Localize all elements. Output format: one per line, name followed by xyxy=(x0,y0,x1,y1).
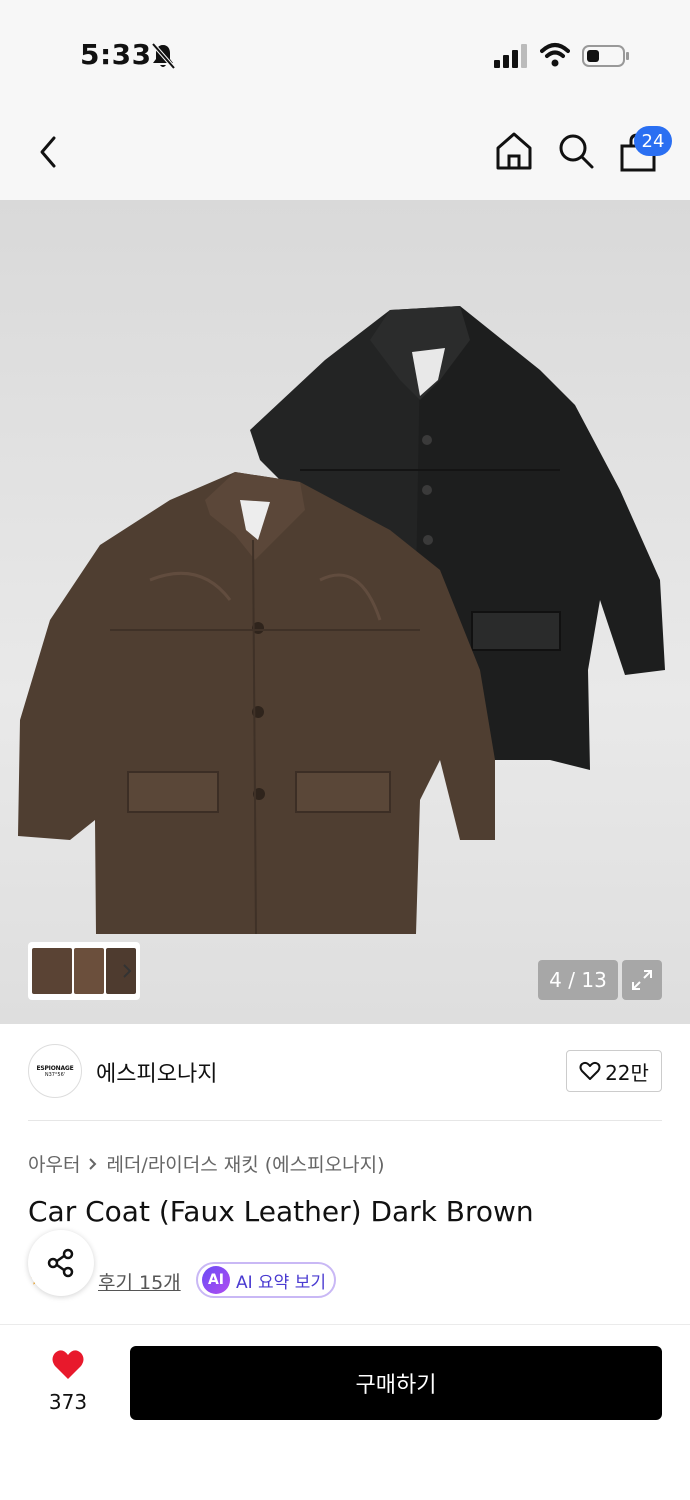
share-button[interactable] xyxy=(28,1230,94,1296)
brand-logo[interactable]: ESPIONAGE N37°56' xyxy=(28,1044,82,1098)
ai-badge-icon: AI xyxy=(202,1266,230,1294)
thumbnail-image[interactable] xyxy=(74,948,104,994)
brand-name[interactable]: 에스피오나지 xyxy=(96,1056,217,1088)
divider xyxy=(28,1120,662,1121)
ai-summary-label: AI 요약 보기 xyxy=(236,1272,327,1293)
product-title: Car Coat (Faux Leather) Dark Brown xyxy=(28,1195,534,1228)
cart-count-badge[interactable]: 24 xyxy=(634,126,672,156)
reviews-link[interactable]: 후기 15개 xyxy=(98,1268,181,1295)
chevron-right-icon[interactable] xyxy=(120,960,134,982)
breadcrumb-category[interactable]: 아우터 xyxy=(28,1150,80,1177)
favorite-count: 373 xyxy=(48,1390,88,1414)
expand-button[interactable] xyxy=(622,960,662,1000)
search-icon[interactable] xyxy=(556,130,596,172)
home-icon[interactable] xyxy=(494,130,534,172)
chevron-right-icon xyxy=(89,1157,97,1170)
brand-logo-subtext: N37°56' xyxy=(44,1071,66,1078)
thumbnail-strip[interactable] xyxy=(28,942,140,1000)
brand-like-button[interactable]: 22만 xyxy=(566,1050,662,1092)
divider xyxy=(0,1324,690,1325)
back-icon[interactable] xyxy=(30,130,70,174)
image-counter: 4 / 13 xyxy=(538,960,618,1000)
signal-icon xyxy=(494,44,527,68)
thumbnail-image[interactable] xyxy=(32,948,72,994)
top-nav xyxy=(0,100,690,200)
status-bar: 5:33 xyxy=(0,0,690,100)
brand-like-count: 22만 xyxy=(605,1060,649,1085)
heart-filled-icon[interactable] xyxy=(50,1348,86,1382)
wifi-icon xyxy=(540,43,570,67)
product-image[interactable]: 4 / 13 xyxy=(0,200,690,1024)
battery-icon xyxy=(582,45,629,67)
product-photo xyxy=(18,306,665,935)
buy-button[interactable]: 구매하기 xyxy=(130,1346,662,1420)
breadcrumb-subcategory[interactable]: 레더/라이더스 재킷 (에스피오나지) xyxy=(106,1150,384,1177)
share-icon xyxy=(47,1248,74,1278)
heart-outline-icon xyxy=(579,1061,601,1080)
expand-icon xyxy=(632,970,652,990)
status-time: 5:33 xyxy=(80,38,152,71)
ai-summary-button[interactable]: AI AI 요약 보기 xyxy=(196,1262,336,1298)
brand-logo-text: ESPIONAGE xyxy=(36,1064,74,1072)
bell-muted-icon xyxy=(151,42,176,70)
breadcrumb: 아우터 레더/라이더스 재킷 (에스피오나지) xyxy=(28,1150,384,1177)
